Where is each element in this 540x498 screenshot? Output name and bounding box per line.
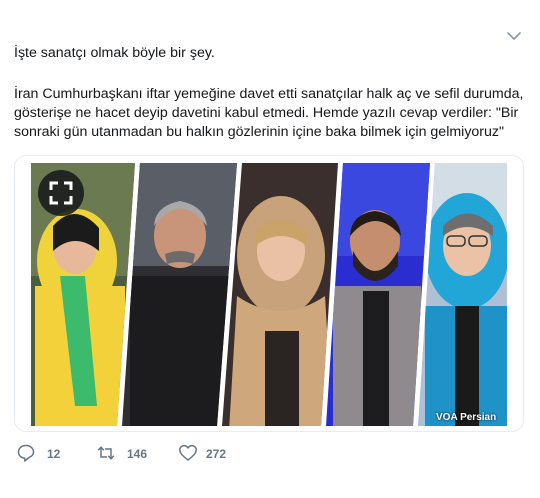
chevron-down-icon[interactable] xyxy=(506,30,522,42)
retweet-button[interactable]: 146 xyxy=(96,443,156,463)
expand-image-button[interactable] xyxy=(38,170,84,216)
like-button[interactable]: 272 xyxy=(178,443,238,463)
reply-button[interactable]: 12 xyxy=(16,443,66,463)
tweet-body: İran Cumhurbaşkanı iftar yemeğine davet … xyxy=(14,86,524,140)
retweet-icon xyxy=(97,446,115,460)
reply-count: 12 xyxy=(47,447,61,461)
like-count: 272 xyxy=(206,447,227,461)
photo-person-blue-scarf xyxy=(418,163,507,426)
tweet-image[interactable] xyxy=(14,155,524,432)
expand-icon xyxy=(49,181,73,205)
photo-person-blonde-scarf xyxy=(222,163,338,426)
image-watermark: VOA Persian xyxy=(436,412,497,423)
heart-icon xyxy=(179,444,197,461)
retweet-count: 146 xyxy=(127,447,148,461)
tweet-first-line: İşte sanatçı olmak böyle bir şey. xyxy=(14,45,215,61)
tweet-text: İşte sanatçı olmak böyle bir şey. İran C… xyxy=(14,44,528,142)
tweet-actions: 12 146 272 xyxy=(16,443,416,463)
reply-icon xyxy=(17,444,35,462)
